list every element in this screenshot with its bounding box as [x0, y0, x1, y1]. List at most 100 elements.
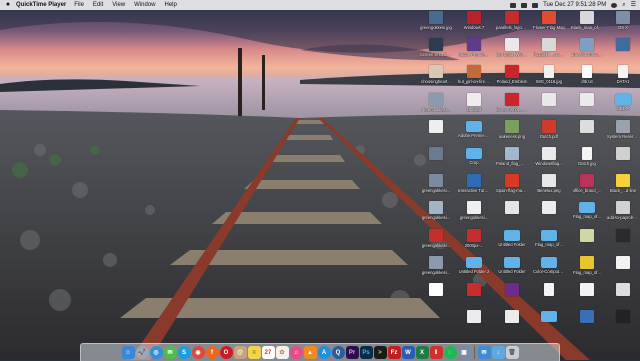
desktop-file[interactable]: Blank_map_of_Belgium [571, 11, 603, 41]
app-store-icon[interactable]: A [317, 346, 331, 359]
desktop-file[interactable] [571, 283, 603, 313]
desktop-file[interactable] [458, 283, 490, 313]
desktop-file[interactable]: Screen Shot 2016-1...8.31 PM [420, 38, 452, 68]
mail-icon[interactable]: ✉ [477, 346, 491, 359]
desktop-folder[interactable]: Adobe Premiere Pro Auto-Save [458, 120, 490, 150]
desktop-file[interactable] [607, 310, 639, 340]
desktop-file[interactable] [571, 92, 603, 123]
desktop-file[interactable]: drawMacroIcon 110x110.png [571, 38, 603, 68]
desktop-file[interactable]: greengokkesi... [420, 174, 452, 204]
firefox-icon[interactable]: f [205, 346, 219, 359]
desktop-file[interactable] [533, 283, 565, 313]
notes-icon[interactable]: ≡ [247, 346, 261, 359]
desktop-folder[interactable] [533, 310, 565, 340]
desktop-file[interactable]: hut_girl-on-fire-wallp... [458, 65, 490, 95]
desktop-file[interactable] [571, 310, 603, 340]
desktop-file[interactable]: parallels_logo1.jpg [496, 11, 528, 41]
parallels-icon[interactable]: ‖ [429, 346, 443, 359]
desktop-file[interactable] [607, 147, 639, 177]
messages-icon[interactable]: ✉ [163, 346, 177, 359]
desktop-icon-label: Windows 7 [463, 25, 485, 30]
skype-icon[interactable]: S [177, 346, 191, 359]
word-icon[interactable]: W [401, 346, 415, 359]
desktop-file[interactable] [607, 283, 639, 313]
desktop-file[interactable]: greengokkesi... [420, 228, 452, 259]
desktop-folder[interactable]: Untitled Folder 2 [458, 256, 490, 286]
desktop-file[interactable]: Benelux.png [533, 174, 565, 204]
desktop-file[interactable]: Flag_map_of... [571, 255, 603, 286]
desktop-file[interactable]: greengokkesi... [420, 92, 452, 123]
desktop-file[interactable]: aakeness.png [496, 119, 528, 150]
desktop-file[interactable]: Screen Shot...png [496, 92, 528, 123]
premiere-icon[interactable]: Pr [345, 346, 359, 359]
desktop-file[interactable]: OS X [607, 11, 639, 41]
desktop-file[interactable] [458, 310, 490, 340]
desktop-file[interactable]: Flower-Flag-Map [533, 11, 565, 41]
desktop-file[interactable] [420, 147, 452, 177]
desktop-folder[interactable]: Flag_map_of... [533, 229, 565, 259]
vlc-icon[interactable]: ▲ [303, 346, 317, 359]
desktop-file[interactable] [533, 92, 565, 123]
quicktime-icon[interactable]: Q [331, 346, 345, 359]
desktop-file[interactable]: greengokkesi.jpg [420, 11, 452, 41]
safari-icon[interactable]: ◎ [149, 346, 163, 359]
desktop-file[interactable] [496, 283, 528, 313]
desktop-file[interactable] [533, 201, 565, 231]
desktop-file[interactable]: Windows 7 [458, 11, 490, 41]
desktop-file[interactable] [420, 119, 452, 150]
desktop-file[interactable]: greengokkesi... [458, 201, 490, 231]
photoshop-icon[interactable]: Ps [359, 346, 373, 359]
desktop-folder[interactable]: Crop [458, 147, 490, 177]
spotify-icon[interactable]: ◌ [443, 346, 457, 359]
photos-icon[interactable]: ✿ [275, 346, 289, 359]
desktop-file[interactable] [571, 119, 603, 150]
calendar-icon[interactable]: 27 [261, 346, 275, 359]
desktop-file[interactable]: Poland_flag_map.png [496, 147, 528, 177]
trash-icon[interactable]: 🗑 [505, 346, 519, 359]
desktop-file[interactable]: Spain-flag-map-pub.png [496, 174, 528, 204]
desktop-file[interactable] [496, 310, 528, 340]
contacts-icon[interactable]: @ [233, 346, 247, 359]
desktop-folder[interactable]: Untitled Folder [496, 229, 528, 259]
desktop-file[interactable]: greengokkesi... [420, 255, 452, 286]
desktop-file[interactable]: office_brand_... [571, 174, 603, 204]
chrome-icon[interactable]: ◉ [191, 346, 205, 359]
desktop-file[interactable]: Untitled [458, 92, 490, 123]
desktop-file[interactable]: add-to-payroll-ss... [607, 201, 639, 231]
desktop-file[interactable]: 2000px-... [458, 228, 490, 259]
filezilla-icon[interactable]: Fz [387, 346, 401, 359]
desktop-file[interactable]: greengokkesi... [420, 201, 452, 231]
desktop-file[interactable]: Dutch.jpg [571, 147, 603, 177]
launchpad-icon[interactable]: 🚀 [135, 346, 149, 359]
desktop-file[interactable]: IMG_0118.jpg [533, 65, 565, 95]
desktop-folder[interactable]: Color-Computer-... [533, 256, 565, 286]
desktop-file[interactable]: Dutch.pdf [533, 119, 565, 150]
preview-icon[interactable]: ▣ [457, 346, 471, 359]
desktop-file[interactable] [420, 283, 452, 313]
desktop-file[interactable] [496, 201, 528, 231]
desktop-folder[interactable]: MEDIA [607, 93, 639, 123]
desktop-file[interactable]: System Reserved [607, 119, 639, 150]
finder-icon[interactable]: ☺ [121, 346, 135, 359]
desktop-file[interactable]: dtb.txt [571, 65, 603, 95]
desktop-folder[interactable]: Flag_map_of... [571, 201, 603, 231]
excel-icon[interactable]: X [415, 346, 429, 359]
terminal-icon[interactable]: > [373, 346, 387, 359]
desktop-file[interactable] [607, 38, 639, 68]
downloads-icon[interactable]: ↓ [491, 346, 505, 359]
desktop-file[interactable]: DATA1 [607, 65, 639, 95]
desktop-file[interactable]: Rozajski_...ovpolana [533, 38, 565, 68]
desktop-file[interactable]: Poland_Emblem [496, 65, 528, 95]
desktop-file[interactable]: Windowsflag... [533, 147, 565, 177]
desktop-file[interactable] [607, 255, 639, 286]
desktop-file[interactable]: Go_hana_Windows_to_Mac_... [496, 38, 528, 68]
desktop-file[interactable]: Adobe Premiere Pro... [458, 38, 490, 68]
desktop-file[interactable]: Black_...d-line [607, 174, 639, 204]
desktop-file[interactable]: Interactive Tutorials [458, 174, 490, 204]
itunes-icon[interactable]: ♫ [289, 346, 303, 359]
desktop-folder[interactable]: Untitled Folder [496, 256, 528, 286]
desktop-file[interactable]: choosingheart... [420, 65, 452, 95]
opera-icon[interactable]: O [219, 346, 233, 359]
desktop-file[interactable] [571, 228, 603, 259]
desktop-file[interactable] [607, 228, 639, 259]
